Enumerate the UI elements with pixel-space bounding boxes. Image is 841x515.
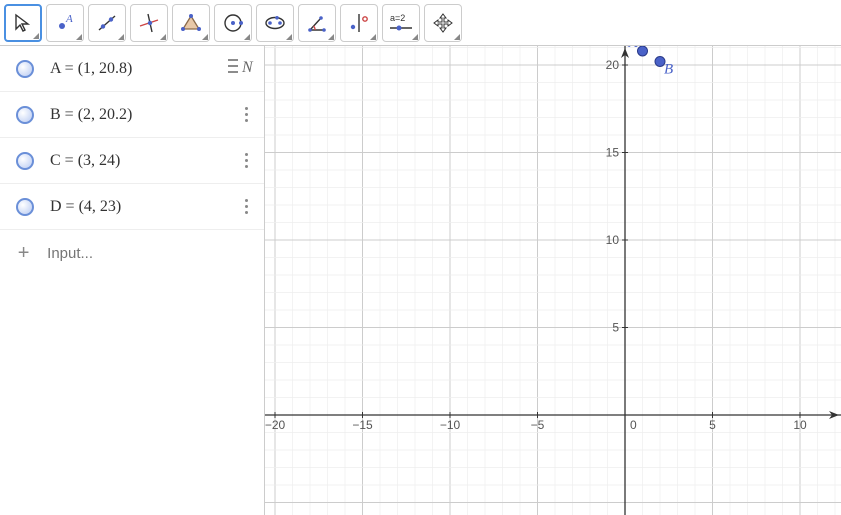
tool-point[interactable]: A xyxy=(46,4,84,42)
tool-circle[interactable] xyxy=(214,4,252,42)
algebra-row-C[interactable]: C = (3, 24) xyxy=(0,138,264,184)
x-tick-label: 5 xyxy=(709,418,716,432)
x-tick-label: −5 xyxy=(531,418,545,432)
algebra-expression: B = (2, 20.2) xyxy=(50,106,236,124)
tool-perpendicular[interactable] xyxy=(130,4,168,42)
x-tick-label: 10 xyxy=(793,418,807,432)
tool-move[interactable] xyxy=(4,4,42,42)
tool-slider[interactable]: a=2 xyxy=(382,4,420,42)
input-row: + xyxy=(0,230,264,276)
row-menu[interactable] xyxy=(236,199,256,214)
y-tick-label: 10 xyxy=(606,233,620,247)
plus-icon[interactable]: + xyxy=(16,242,31,265)
svg-text:A: A xyxy=(65,13,73,25)
point-label-B: B xyxy=(664,62,673,78)
algebra-expression: C = (3, 24) xyxy=(50,152,236,170)
x-tick-label: 0 xyxy=(630,418,637,432)
x-tick-label: −20 xyxy=(265,418,286,432)
tool-polygon[interactable] xyxy=(172,4,210,42)
y-tick-label: 5 xyxy=(612,321,619,335)
visibility-toggle[interactable] xyxy=(16,198,34,216)
tool-reflect[interactable] xyxy=(340,4,378,42)
algebra-input[interactable] xyxy=(47,245,256,262)
y-tick-label: 20 xyxy=(606,58,620,72)
algebra-row-B[interactable]: B = (2, 20.2) xyxy=(0,92,264,138)
tool-angle[interactable] xyxy=(298,4,336,42)
algebra-row-D[interactable]: D = (4, 23) xyxy=(0,184,264,230)
coordinate-plane[interactable]: −20−15−10−50510510152025ABCD xyxy=(265,46,841,515)
point-label-A: A xyxy=(628,46,639,51)
algebra-expression: D = (4, 23) xyxy=(50,198,236,216)
tool-ellipse[interactable] xyxy=(256,4,294,42)
graphics-view[interactable]: −20−15−10−50510510152025ABCD xyxy=(265,46,841,515)
point-A[interactable] xyxy=(638,46,648,56)
svg-text:a=2: a=2 xyxy=(390,13,405,23)
row-menu[interactable] xyxy=(236,107,256,122)
tool-move-view[interactable] xyxy=(424,4,462,42)
visibility-toggle[interactable] xyxy=(16,152,34,170)
x-tick-label: −10 xyxy=(440,418,461,432)
svg-text:N: N xyxy=(241,59,254,76)
tool-line[interactable] xyxy=(88,4,126,42)
row-menu[interactable] xyxy=(236,153,256,168)
visibility-toggle[interactable] xyxy=(16,60,34,78)
toolbar: Aa=2 xyxy=(0,0,841,46)
x-tick-label: −15 xyxy=(352,418,373,432)
main: N A = (1, 20.8)B = (2, 20.2)C = (3, 24)D… xyxy=(0,46,841,515)
visibility-toggle[interactable] xyxy=(16,106,34,124)
y-tick-label: 15 xyxy=(606,146,620,160)
algebra-panel: N A = (1, 20.8)B = (2, 20.2)C = (3, 24)D… xyxy=(0,46,265,515)
sort-button[interactable]: N xyxy=(224,52,258,80)
